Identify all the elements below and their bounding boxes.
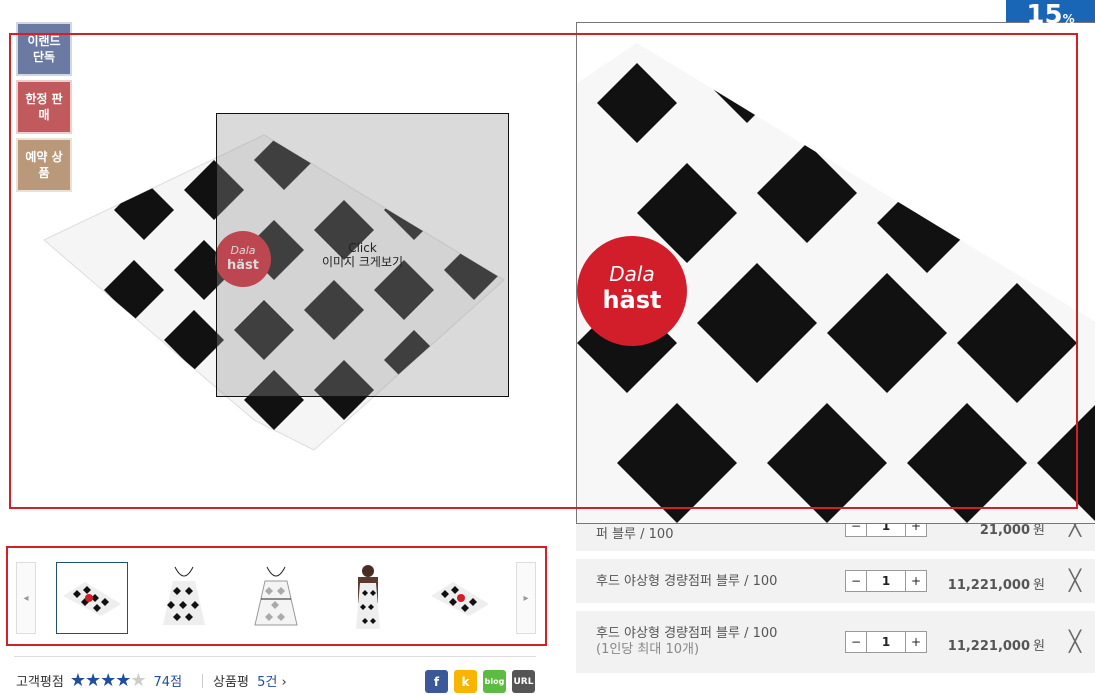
price-unit: 원 (1033, 639, 1045, 654)
product-detail-page: Dala häst 이랜드 단독 한정 판매 예약 상품 Click 이미지 크… (0, 0, 1095, 695)
rating-label: 고객평점 (16, 675, 64, 690)
discount-unit: % (1062, 12, 1075, 26)
thumbnail-image-folded-alt (431, 582, 489, 616)
rating-score: 74점 (153, 675, 183, 690)
thumbnail-3[interactable] (240, 562, 312, 634)
review-link[interactable]: 상품평 5건 › (213, 671, 287, 690)
decrease-button[interactable]: − (845, 570, 867, 592)
lens-subtitle: 이미지 크게보기 (321, 255, 404, 269)
quantity-stepper: − 1 + (845, 570, 927, 592)
selected-options-list: 퍼 블루 / 100 − 1 + 21,000 원 ╳ 후드 야상형 경량점퍼 블… (576, 503, 1095, 681)
price-unit: 원 (1033, 578, 1045, 593)
thumbnail-carousel: ◂ ▸ (16, 562, 536, 634)
option-row: 후드 야상형 경량점퍼 블루 / 100 (1인당 최대 10개) − 1 + … (576, 611, 1095, 673)
url-copy-button[interactable]: URL (512, 670, 535, 693)
thumbnail-prev-button[interactable]: ◂ (16, 562, 36, 634)
zoom-logo-text-dala: Dala (609, 262, 654, 286)
kakaostory-share-button[interactable]: k (454, 670, 477, 693)
thumbnail-next-button[interactable]: ▸ (516, 562, 536, 634)
thumbnail-image-apron-outline (254, 566, 298, 626)
thumbnail-4[interactable] (332, 562, 404, 634)
empty-star-icon: ★ (130, 670, 146, 691)
review-label: 상품평 (213, 675, 249, 690)
badge-group: 이랜드 단독 한정 판매 예약 상품 (16, 22, 72, 196)
badge-exclusive: 이랜드 단독 (16, 22, 72, 76)
discount-badge: 15% (1006, 0, 1095, 30)
option-price: 11,221,000 원 (948, 635, 1045, 654)
thumbnail-list (56, 562, 496, 634)
increase-button[interactable]: + (905, 570, 927, 592)
option-name-block: 후드 야상형 경량점퍼 블루 / 100 (1인당 최대 10개) (596, 626, 777, 658)
lens-title: Click (348, 241, 377, 255)
option-price: 11,221,000 원 (948, 574, 1045, 593)
option-name: 후드 야상형 경량점퍼 블루 / 100 (596, 626, 778, 641)
blog-share-button[interactable]: blog (483, 670, 506, 693)
price-value: 11,221,000 (947, 639, 1031, 654)
facebook-share-button[interactable]: f (425, 670, 448, 693)
thumbnail-5[interactable] (424, 562, 496, 634)
option-row: 후드 야상형 경량점퍼 블루 / 100 − 1 + 11,221,000 원 ╳ (576, 559, 1095, 603)
option-name: 후드 야상형 경량점퍼 블루 / 100 (596, 574, 778, 589)
divider (14, 656, 536, 657)
quantity-stepper: − 1 + (845, 631, 927, 653)
rating-row: 고객평점 ★★★★★ 74점 상품평 5건 › (16, 670, 287, 691)
chevron-right-icon: › (281, 675, 287, 690)
separator (202, 673, 204, 688)
option-limit-note: (1인당 최대 10개) (596, 642, 700, 657)
zoom-lens[interactable]: Click 이미지 크게보기 (216, 113, 509, 397)
thumbnail-image-folded (63, 582, 121, 616)
decrease-button[interactable]: − (845, 631, 867, 653)
thumbnail-2[interactable] (148, 562, 220, 634)
filled-stars-icon: ★★★★ (69, 670, 132, 691)
share-buttons: f k blog URL (425, 670, 535, 693)
badge-limited: 한정 판매 (16, 80, 72, 134)
badge-preorder: 예약 상품 (16, 138, 72, 192)
remove-option-icon[interactable]: ╳ (1069, 631, 1081, 651)
price-unit: 원 (1033, 523, 1045, 538)
remove-option-icon[interactable]: ╳ (1069, 570, 1081, 590)
review-count: 5건 (257, 675, 278, 690)
price-value: 11,221,000 (947, 578, 1031, 593)
zoom-preview: Dala häst (576, 22, 1095, 524)
zoomed-apron-image: Dala häst (577, 43, 1095, 523)
quantity-value[interactable]: 1 (867, 570, 905, 592)
quantity-value[interactable]: 1 (867, 631, 905, 653)
thumbnail-1[interactable] (56, 562, 128, 634)
discount-value: 15 (1026, 0, 1063, 30)
price-value: 21,000 (979, 523, 1031, 538)
option-name: 퍼 블루 / 100 (596, 527, 674, 542)
thumbnail-image-model (356, 565, 380, 629)
star-rating: ★★★★★ (69, 670, 147, 691)
zoom-logo-text-hast: häst (602, 286, 661, 314)
increase-button[interactable]: + (905, 631, 927, 653)
thumbnail-image-apron-front (163, 566, 205, 625)
